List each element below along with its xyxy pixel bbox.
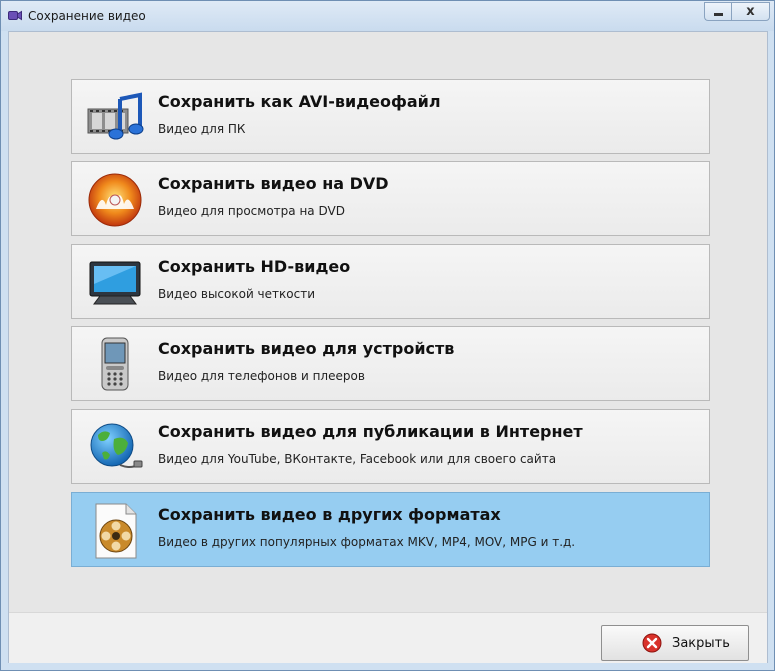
option-save-dvd[interactable]: Сохранить видео на DVD Видео для просмот… [71, 161, 710, 236]
window-close-button[interactable]: x [731, 2, 770, 21]
option-title: Сохранить видео для публикации в Интерне… [158, 422, 583, 441]
phone-icon [101, 337, 129, 391]
option-title: Сохранить видео на DVD [158, 174, 389, 193]
close-button-label: Закрыть [672, 636, 730, 651]
title-bar[interactable]: Сохранение видео x [1, 1, 774, 31]
dialog-footer: Закрыть [9, 612, 767, 663]
close-circle-icon [642, 633, 662, 653]
window-title: Сохранение видео [28, 9, 146, 23]
option-save-devices[interactable]: Сохранить видео для устройств Видео для … [71, 326, 710, 401]
option-save-internet[interactable]: Сохранить видео для публикации в Интерне… [71, 409, 710, 484]
option-subtitle: Видео для просмотра на DVD [158, 204, 345, 218]
save-video-window: Сохранение видео x Сохранить как AVI-вид… [0, 0, 775, 671]
close-x-icon: x [746, 4, 755, 19]
close-button[interactable]: Закрыть [601, 625, 749, 661]
option-subtitle: Видео в других популярных форматах MKV, … [158, 535, 576, 549]
minimize-icon [714, 13, 723, 16]
option-title: Сохранить как AVI-видеофайл [158, 92, 441, 111]
option-save-avi[interactable]: Сохранить как AVI-видеофайл Видео для ПК [71, 79, 710, 154]
dialog-client-area: Сохранить как AVI-видеофайл Видео для ПК [8, 31, 768, 663]
option-title: Сохранить HD-видео [158, 257, 351, 276]
film-music-icon [87, 92, 144, 140]
monitor-icon [89, 261, 141, 305]
minimize-button[interactable] [704, 2, 731, 21]
option-subtitle: Видео для YouTube, ВКонтакте, Facebook и… [158, 452, 557, 466]
option-subtitle: Видео высокой четкости [158, 287, 315, 301]
caption-buttons: x [704, 2, 770, 21]
option-subtitle: Видео для телефонов и плееров [158, 369, 365, 383]
film-reel-file-icon [95, 503, 137, 559]
option-title: Сохранить видео для устройств [158, 339, 455, 358]
dvd-disc-icon [88, 173, 142, 227]
option-save-hd[interactable]: Сохранить HD-видео Видео высокой четкост… [71, 244, 710, 319]
option-save-other-formats[interactable]: Сохранить видео в других форматах Видео … [71, 492, 710, 567]
option-subtitle: Видео для ПК [158, 122, 246, 136]
globe-icon [90, 423, 143, 468]
option-title: Сохранить видео в других форматах [158, 505, 501, 524]
options-panel: Сохранить как AVI-видеофайл Видео для ПК [9, 32, 767, 612]
video-camera-icon [8, 10, 22, 21]
